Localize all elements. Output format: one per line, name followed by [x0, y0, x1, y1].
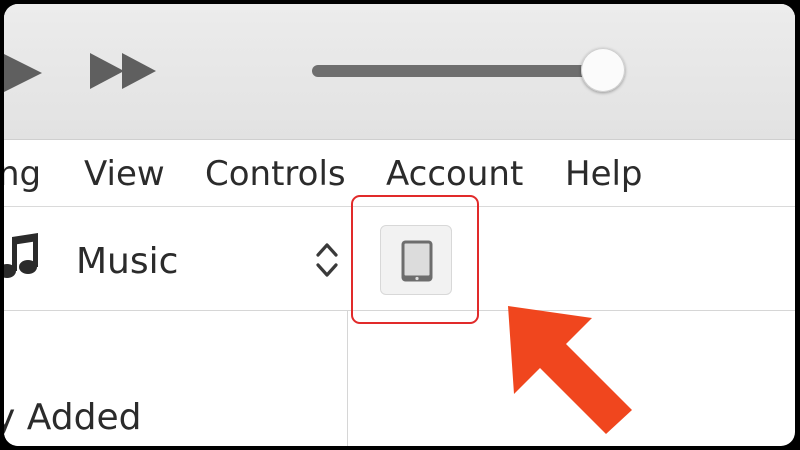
play-button[interactable] — [4, 51, 44, 95]
media-type-selector[interactable]: Music — [4, 207, 347, 310]
play-icon — [4, 54, 42, 92]
highlight-annotation — [351, 195, 479, 324]
player-toolbar — [4, 4, 795, 140]
volume-slider-thumb[interactable] — [581, 48, 625, 92]
menu-item-controls[interactable]: Controls — [205, 154, 346, 194]
menu-item-partial[interactable]: ng — [4, 154, 41, 194]
app-window: ng View Controls Account Help Music y Ad… — [4, 4, 795, 446]
menu-item-view[interactable]: View — [84, 154, 165, 194]
music-note-icon — [4, 233, 38, 278]
media-type-label: Music — [76, 241, 179, 282]
arrow-pointer-icon — [508, 306, 632, 434]
up-down-chevron-icon — [316, 243, 338, 277]
sidebar: y Added — [4, 311, 348, 446]
fast-forward-button[interactable] — [88, 51, 160, 91]
sidebar-item-recently-added[interactable]: y Added — [4, 397, 141, 439]
menu-item-account[interactable]: Account — [386, 154, 523, 194]
menu-item-help[interactable]: Help — [565, 154, 643, 194]
volume-slider-track[interactable] — [312, 65, 604, 77]
fast-forward-icon — [90, 53, 156, 89]
